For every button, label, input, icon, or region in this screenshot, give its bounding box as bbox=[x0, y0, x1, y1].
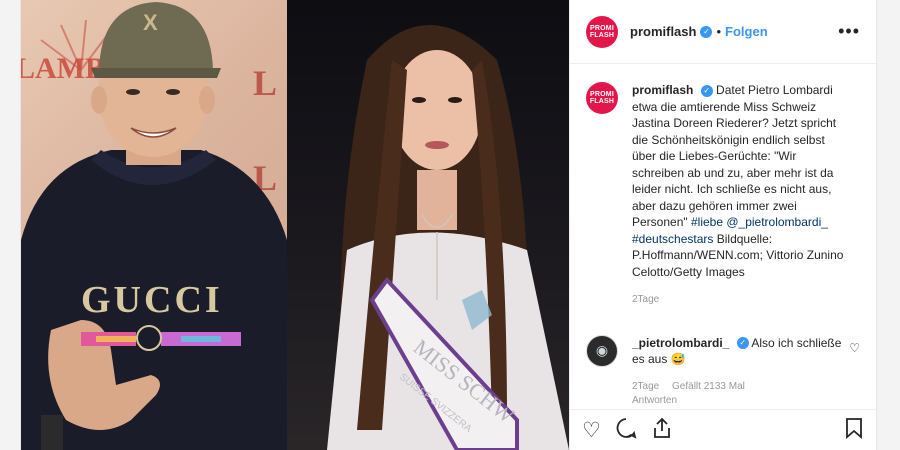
avatar-text-2: FLASH bbox=[589, 31, 615, 39]
follow-button[interactable]: Folgen bbox=[725, 24, 768, 39]
bookmark-icon[interactable] bbox=[844, 417, 864, 443]
post-comments: PROMI FLASH promiflash ✓ Datet Pietro Lo… bbox=[570, 64, 876, 409]
more-options-icon[interactable]: ••• bbox=[838, 21, 860, 42]
instagram-post: LAMB L L X GUCCI MISS SCHW SUISSE SVIZZE… bbox=[20, 0, 877, 450]
avatar-text-1: PROMI bbox=[590, 91, 614, 98]
header-username[interactable]: promiflash bbox=[630, 24, 696, 39]
comment-like-heart-icon[interactable]: ♡ bbox=[849, 335, 860, 408]
post-sidebar: PROMI FLASH promiflash ✓ • Folgen ••• PR… bbox=[569, 0, 876, 450]
comment: _pietrolombardi_ ✓ Also ich schließe es … bbox=[632, 335, 848, 408]
woman-illustration: MISS SCHW SUISSE SVIZZERA bbox=[327, 25, 569, 450]
post-media[interactable]: LAMB L L X GUCCI MISS SCHW SUISSE SVIZZE… bbox=[21, 0, 569, 450]
caption-timestamp: 2Tage bbox=[632, 294, 660, 305]
comment-meta: 2Tage Gefällt 2133 Mal Antworten bbox=[632, 380, 848, 408]
caption-text: Datet Pietro Lombardi etwa die amtierend… bbox=[632, 83, 837, 229]
like-heart-icon[interactable]: ♡ bbox=[582, 420, 601, 441]
comment-row: ◉ _pietrolombardi_ ✓ Also ich schließe e… bbox=[586, 334, 860, 408]
post-header: PROMI FLASH promiflash ✓ • Folgen ••• bbox=[570, 0, 876, 64]
comment-time: 2Tage bbox=[632, 380, 660, 392]
separator-dot: • bbox=[716, 24, 722, 39]
reply-button[interactable]: Antworten bbox=[632, 394, 848, 408]
caption-avatar[interactable]: PROMI FLASH bbox=[586, 82, 618, 114]
avatar-text-1: PROMI bbox=[590, 24, 614, 32]
post-actions: ♡ bbox=[570, 409, 876, 450]
svg-text:L: L bbox=[253, 63, 277, 103]
caption: promiflash ✓ Datet Pietro Lombardi etwa … bbox=[632, 82, 848, 309]
verified-badge-icon: ✓ bbox=[700, 25, 713, 38]
man-illustration: LAMB L L X GUCCI bbox=[21, 2, 287, 450]
profile-avatar[interactable]: PROMI FLASH bbox=[586, 15, 618, 48]
caption-username[interactable]: promiflash bbox=[632, 83, 693, 97]
comment-bubble-icon[interactable] bbox=[615, 417, 637, 443]
share-upload-icon[interactable] bbox=[651, 417, 673, 443]
svg-text:X: X bbox=[143, 10, 158, 35]
verified-badge-icon: ✓ bbox=[736, 337, 749, 350]
avatar-text-2: FLASH bbox=[589, 98, 615, 105]
shirt-logo-text: GUCCI bbox=[81, 279, 223, 321]
verified-badge-icon: ✓ bbox=[700, 84, 713, 97]
commenter-avatar[interactable]: ◉ bbox=[586, 334, 618, 367]
comment-username[interactable]: _pietrolombardi_ bbox=[632, 336, 729, 350]
caption-row: PROMI FLASH promiflash ✓ Datet Pietro Lo… bbox=[586, 82, 860, 309]
comment-likes[interactable]: Gefällt 2133 Mal bbox=[672, 381, 745, 392]
photo-right-woman: MISS SCHW SUISSE SVIZZERA bbox=[287, 0, 569, 450]
photo-left-man: LAMB L L X GUCCI bbox=[21, 0, 287, 450]
